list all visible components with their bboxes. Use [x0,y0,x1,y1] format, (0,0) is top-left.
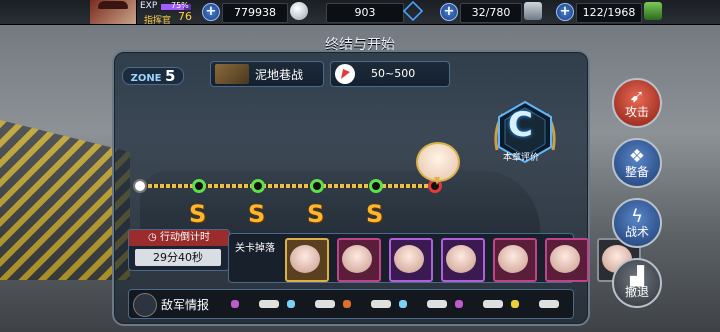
enemy-intel-label: 敌军情报 [161,298,210,312]
chapter-panel [112,50,590,326]
enemy-unit-icon [483,300,503,308]
enemy-unit-icon [427,300,447,308]
stage-node-1[interactable] [192,179,206,193]
exp-percent: 75% [171,1,189,10]
add-resource-1-button[interactable]: + [202,3,220,21]
resource-2-value: 903 [326,3,404,23]
drop-item[interactable] [285,238,329,282]
top-resource-bar: EXP 75% 指挥官 76 + 779938 903 + 32/780 + 1… [0,0,720,26]
drop-item[interactable] [545,238,589,282]
enemy-unit-icon [511,300,519,308]
attack-label: 攻击 [624,105,649,119]
tactics-button[interactable]: ϟ 战术 [612,198,662,248]
clock-icon: ◷ [148,232,160,243]
stage-rank-1: S [189,200,207,228]
resource-4-value: 122/1968 [576,3,642,23]
cost-card: 50~500 [330,61,450,87]
drop-item[interactable] [389,238,433,282]
drops-label: 关卡掉落 [235,243,275,254]
stage-name: 泥地巷战 [255,68,304,82]
action-timer: ◷ 行动倒计时 29分40秒 [128,229,230,271]
pearl-icon [290,2,308,20]
supply-icon [644,2,662,20]
enemy-unit-icon [539,300,559,308]
enemy-unit-icon [399,300,407,308]
chapter-grade: C [508,105,533,145]
route-line [142,184,435,188]
cost-range: 50~500 [371,67,416,80]
drop-portrait [550,245,580,273]
resource-1-value: 779938 [222,3,288,23]
drop-portrait [498,245,528,273]
drop-portrait [342,245,372,273]
add-resource-3-button[interactable]: + [440,3,458,21]
enemy-intel-bar[interactable]: 敌军情报 [128,289,574,319]
avatar-hat [98,1,128,9]
zone-number: 5 [165,67,176,85]
binoculars-icon [133,293,157,317]
drop-item[interactable] [493,238,537,282]
stage-thumbnail [215,64,249,84]
stage-node-3[interactable] [310,179,324,193]
commander-avatar[interactable] [90,0,137,24]
drop-portrait [394,245,424,273]
drop-portrait [446,245,476,273]
flag-icon [335,64,355,84]
hazard-stripe [0,120,130,280]
zone-label: ZONE [130,73,162,84]
retreat-label: 撤退 [624,285,649,299]
enemy-unit-icon [315,300,335,308]
zone-badge: ZONE 5 [122,67,184,85]
commander-marker [416,142,460,185]
drop-item[interactable] [441,238,485,282]
resource-3-value: 32/780 [460,3,522,23]
stage-rank-3: S [307,200,325,228]
enemy-unit-icon [343,300,351,308]
timer-header: ◷ 行动倒计时 [129,230,229,246]
commander-level: 76 [178,10,192,23]
enemy-unit-icon [231,300,239,308]
rank-label: 指挥官 [144,16,172,26]
prepare-button[interactable]: ❖ 整备 [612,138,662,188]
enemy-unit-icon [371,300,391,308]
stage-card[interactable]: 泥地巷战 [210,61,324,87]
exp-label: EXP [140,1,158,11]
drop-item[interactable] [337,238,381,282]
start-node[interactable] [133,179,147,193]
stage-node-2[interactable] [251,179,265,193]
timer-value: 29分40秒 [135,249,221,266]
timer-label: 行动倒计时 [159,232,210,243]
stage-rank-4: S [366,200,384,228]
tactics-label: 战术 [624,225,649,239]
canister-icon [524,2,542,20]
drop-portrait [290,245,320,273]
cube-icon [402,0,424,22]
add-resource-4-button[interactable]: + [556,3,574,21]
attack-button[interactable]: ➹ 攻击 [612,78,662,128]
retreat-button[interactable]: ▟ 撤退 [612,258,662,308]
enemy-unit-icon [259,300,279,308]
stage-drops: 关卡掉落 [228,233,641,283]
stage-node-4[interactable] [369,179,383,193]
prepare-label: 整备 [624,165,649,179]
enemy-unit-icon [287,300,295,308]
enemy-unit-icon [455,300,463,308]
stage-rank-2: S [248,200,266,228]
chapter-grade-label: 本章评价 [503,153,540,163]
